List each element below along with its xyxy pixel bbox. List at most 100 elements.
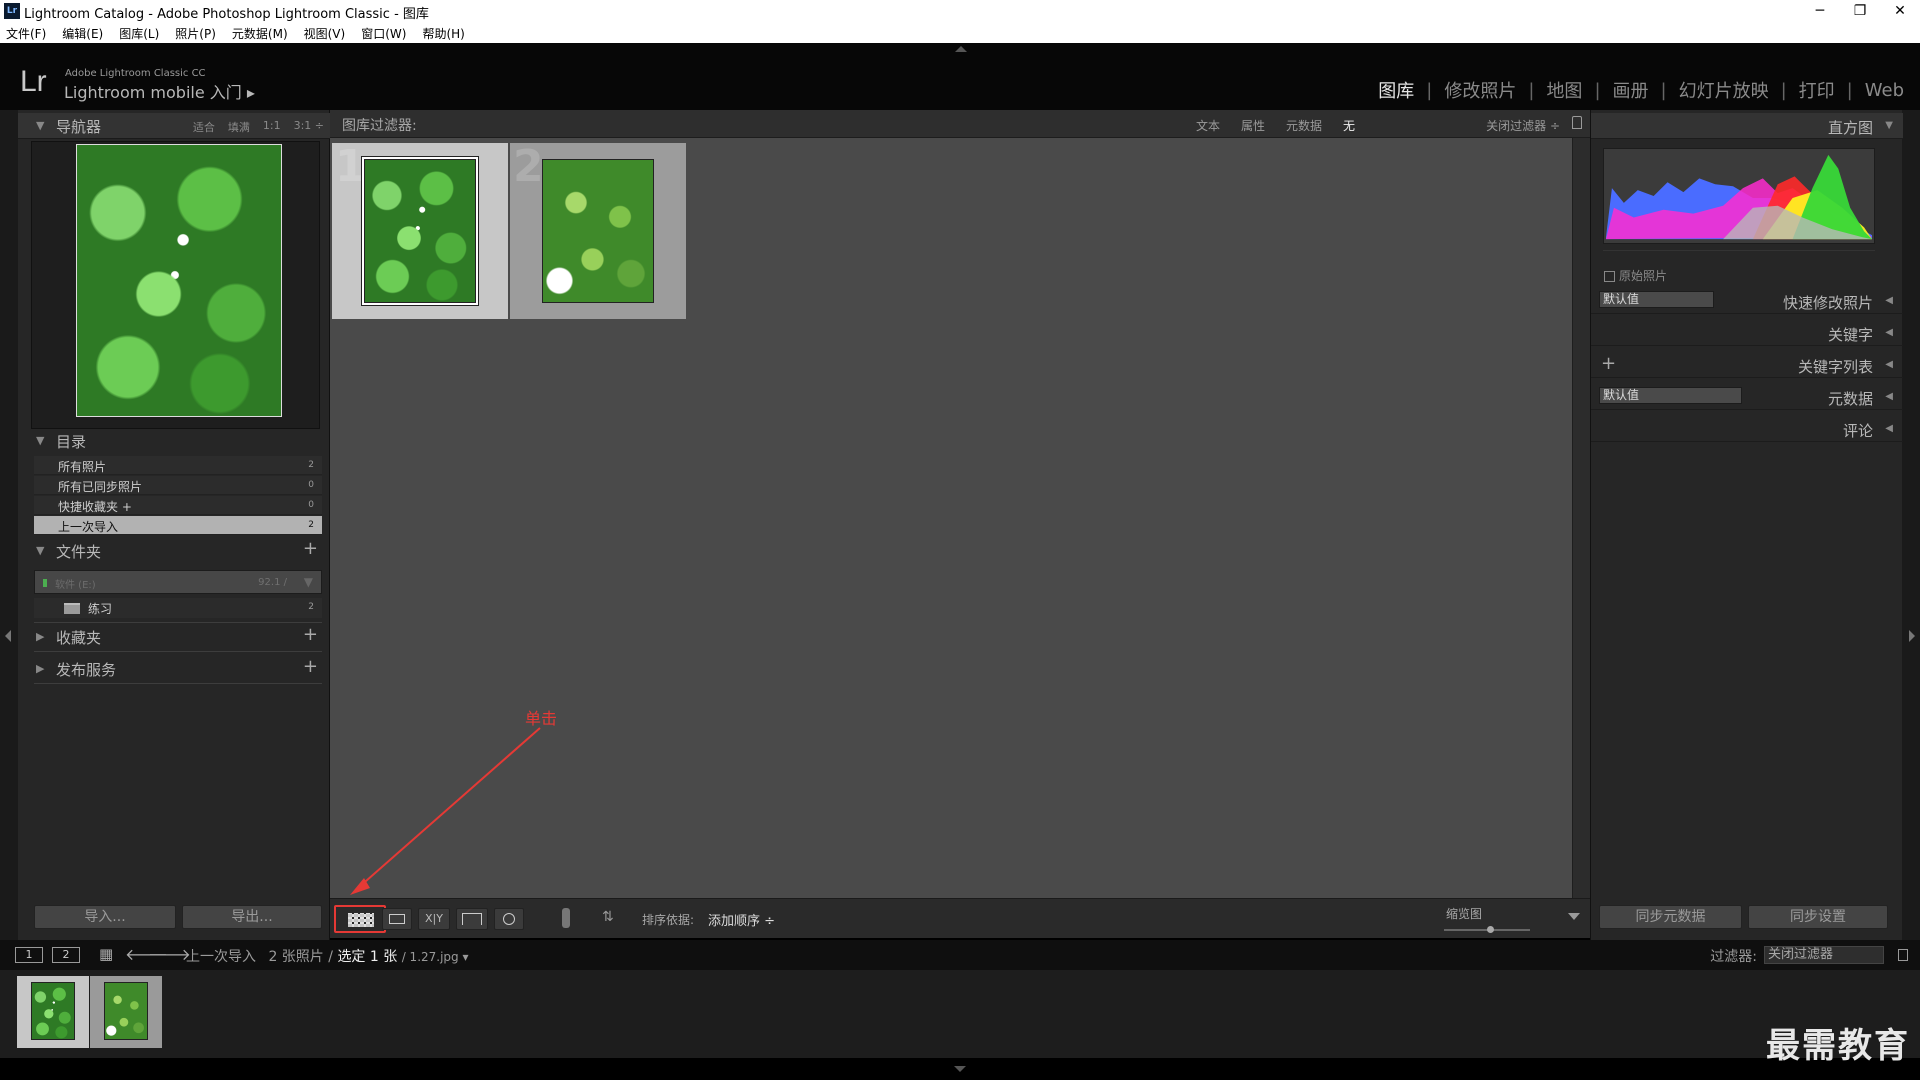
catalog-item-previous-import[interactable]: 上一次导入 2 (34, 516, 322, 535)
quick-develop-header[interactable]: 默认值 快速修改照片 ◀ (1591, 288, 1903, 314)
breadcrumb-selected: 选定 1 张 (337, 949, 398, 965)
photo-thumbnail[interactable] (542, 159, 654, 303)
grid-cell[interactable]: 2 (510, 141, 686, 319)
metadata-preset-select[interactable]: 默认值 (1599, 387, 1742, 404)
folder-icon (64, 603, 80, 614)
menu-file[interactable]: 文件(F) (6, 22, 54, 43)
navigator-header[interactable]: ▼ 导航器 适合 填满 1:1 3:1 ÷ (18, 113, 330, 139)
chevron-down-icon (954, 1066, 966, 1072)
import-button[interactable]: 导入... (34, 905, 176, 929)
sync-settings-button[interactable]: 同步设置 (1748, 905, 1888, 929)
filter-attribute[interactable]: 属性 (1241, 117, 1265, 134)
menu-edit[interactable]: 编辑(E) (62, 22, 111, 43)
close-window-button[interactable]: ✕ (1880, 1, 1920, 21)
folder-item-practice[interactable]: 练习 2 (34, 598, 322, 618)
menu-photo[interactable]: 照片(P) (175, 22, 224, 43)
breadcrumb-source: 上一次导入 (186, 949, 256, 965)
filter-preset-select[interactable]: 关闭过滤器 ÷ (1486, 117, 1560, 134)
module-map[interactable]: 地图 (1546, 77, 1582, 103)
filter-none[interactable]: 无 (1343, 117, 1355, 134)
add-publish-service-button[interactable]: + (303, 656, 318, 677)
people-view-button[interactable] (494, 908, 524, 930)
module-slideshow[interactable]: 幻灯片放映 (1679, 77, 1769, 103)
sort-direction-icon[interactable]: ⇅ (602, 909, 614, 925)
histogram-header[interactable]: 直方图 ▼ (1591, 113, 1903, 139)
collapse-triangle-icon: ▼ (1885, 120, 1893, 131)
catalog-item-synced[interactable]: 所有已同步照片 0 (34, 476, 322, 495)
window-title: Lightroom Catalog - Adobe Photoshop Ligh… (24, 7, 429, 22)
photo-thumbnail[interactable] (362, 157, 478, 305)
grid-icon[interactable]: ▦ (99, 945, 113, 963)
volume-status-icon (43, 579, 47, 587)
compare-view-button[interactable]: X|Y (418, 908, 450, 930)
add-keyword-button[interactable]: + (1601, 353, 1616, 374)
zoom-3-1[interactable]: 3:1 ÷ (294, 119, 324, 135)
module-web[interactable]: Web (1865, 80, 1904, 101)
original-photo-label: 原始照片 (1619, 269, 1668, 283)
menu-window[interactable]: 窗口(W) (361, 22, 414, 43)
zoom-fit[interactable]: 适合 (193, 119, 215, 135)
collapse-triangle-icon: ▼ (36, 119, 45, 132)
grid-view-button[interactable] (334, 905, 386, 933)
forward-arrow-icon[interactable]: 🡒 (148, 944, 191, 964)
export-button[interactable]: 导出... (182, 905, 322, 929)
filmstrip-toggle[interactable] (0, 1058, 1920, 1080)
module-develop[interactable]: 修改照片 (1444, 77, 1516, 103)
breadcrumb-count: 2 张照片 / (268, 949, 333, 965)
module-print[interactable]: 打印 (1799, 77, 1835, 103)
grid-scrollbar[interactable] (1572, 138, 1590, 898)
menu-view[interactable]: 视图(V) (304, 22, 354, 43)
grid-cell[interactable]: 1 (332, 141, 508, 319)
filter-lock-icon[interactable] (1898, 949, 1908, 961)
filter-options: 文本 属性 元数据 无 (1196, 117, 1355, 134)
primary-display-button[interactable]: 1 (15, 947, 43, 963)
left-panel-toggle[interactable] (0, 110, 18, 960)
lightroom-mobile-link[interactable]: Lightroom mobile 入门 ▸ (64, 79, 255, 103)
catalog-header[interactable]: ▼ 目录 (18, 428, 330, 454)
filter-metadata[interactable]: 元数据 (1286, 117, 1322, 134)
filter-text[interactable]: 文本 (1196, 117, 1220, 134)
quick-develop-preset-select[interactable]: 默认值 (1599, 291, 1714, 308)
collapse-top-panel-icon[interactable] (955, 46, 967, 52)
restore-button[interactable]: ❐ (1840, 1, 1880, 21)
filmstrip-thumbnail[interactable] (17, 976, 89, 1048)
loupe-view-button[interactable] (382, 908, 412, 930)
collections-header[interactable]: ▶ 收藏夹 + (18, 624, 330, 650)
publish-services-header[interactable]: ▶ 发布服务 + (18, 656, 330, 682)
volume-row[interactable]: 软件 (E:) 92.1 / ▼ (34, 570, 322, 594)
filmstrip-breadcrumb[interactable]: 上一次导入 2 张照片 / 选定 1 张 / 1.27.jpg ▾ (186, 946, 469, 966)
catalog-item-count: 2 (308, 520, 314, 530)
metadata-header[interactable]: 默认值 元数据 ◀ (1591, 384, 1903, 410)
catalog-item-quick-collection[interactable]: 快捷收藏夹 + 0 (34, 496, 322, 515)
volume-dropdown-icon[interactable]: ▼ (304, 575, 313, 589)
zoom-fill[interactable]: 填满 (228, 119, 250, 135)
zoom-1-1[interactable]: 1:1 (263, 119, 281, 135)
catalog-item-all-photos[interactable]: 所有照片 2 (34, 456, 322, 475)
add-collection-button[interactable]: + (303, 624, 318, 645)
original-photo-checkbox[interactable]: 原始照片 (1604, 267, 1667, 284)
sort-order-select[interactable]: 添加顺序 ÷ (708, 910, 775, 929)
filmstrip-thumbnail[interactable] (90, 976, 162, 1048)
sync-metadata-button[interactable]: 同步元数据 (1599, 905, 1742, 929)
module-book[interactable]: 画册 (1613, 77, 1649, 103)
module-picker: 图库 | 修改照片 | 地图 | 画册 | 幻灯片放映 | 打印 | Web (1378, 77, 1904, 103)
menu-library[interactable]: 图库(L) (119, 22, 167, 43)
keyword-list-header[interactable]: + 关键字列表 ◀ (1591, 352, 1903, 378)
menu-help[interactable]: 帮助(H) (422, 22, 472, 43)
keywording-header[interactable]: 关键字 ◀ (1591, 320, 1903, 346)
painter-icon[interactable] (562, 908, 570, 928)
survey-view-button[interactable] (456, 908, 488, 930)
module-library[interactable]: 图库 (1378, 77, 1414, 103)
folders-header[interactable]: ▼ 文件夹 + (18, 538, 330, 564)
thumbnail-size-knob[interactable] (1487, 926, 1494, 933)
toolbar-menu-icon[interactable] (1568, 913, 1580, 920)
comments-header[interactable]: 评论 ◀ (1591, 416, 1903, 442)
lock-icon[interactable] (1572, 116, 1582, 129)
right-panel-toggle[interactable] (1902, 110, 1920, 960)
secondary-display-button[interactable]: 2 (52, 947, 80, 963)
minimize-button[interactable]: ─ (1800, 1, 1840, 21)
left-panel: ▼ 导航器 适合 填满 1:1 3:1 ÷ ▼ 目录 所有照片 2 所有已同步照… (18, 110, 330, 940)
add-folder-button[interactable]: + (303, 538, 318, 559)
filmstrip-filter-select[interactable]: 关闭过滤器 (1764, 946, 1884, 964)
menu-metadata[interactable]: 元数据(M) (232, 22, 296, 43)
